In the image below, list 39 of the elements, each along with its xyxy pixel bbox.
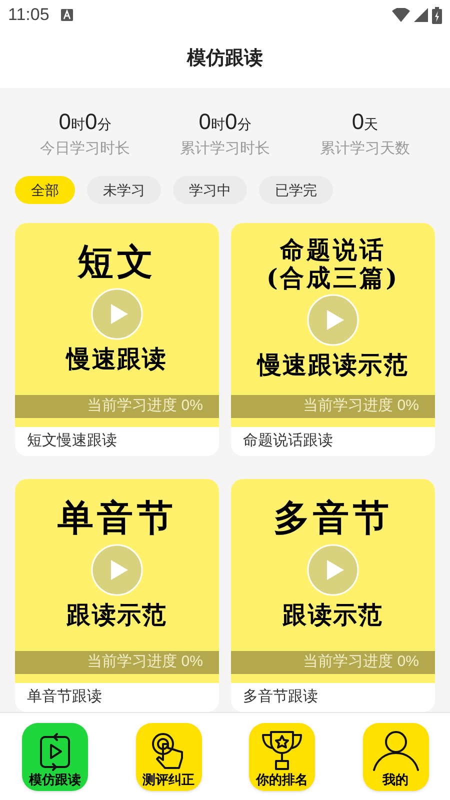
card-caption: 多音节跟读 <box>242 687 319 708</box>
card-caption: 短文慢速跟读 <box>26 431 118 452</box>
keyboard-notification-icon <box>61 9 74 21</box>
cover-title: 多音节 <box>274 500 392 536</box>
cover-subtitle: 慢速跟读示范 <box>257 350 409 380</box>
cover-subtitle: 跟读示范 <box>282 600 384 630</box>
play-button[interactable] <box>91 288 143 340</box>
stat-label: 累计学习时长 <box>180 138 270 158</box>
nav-tab[interactable]: 模仿跟读 <box>22 722 88 790</box>
cover-title: 命题说话 <box>280 238 386 262</box>
stat-value: 0时0分 <box>198 108 252 136</box>
stat-value: 0时0分 <box>58 108 112 136</box>
card-caption: 单音节跟读 <box>26 687 103 708</box>
status-time: 11:05 <box>8 4 50 26</box>
cover-title: 短文 <box>77 244 157 280</box>
cover-subtitle: 跟读示范 <box>66 600 168 630</box>
page-title: 模仿跟读 <box>187 46 263 71</box>
battery-icon <box>432 6 442 24</box>
play-button[interactable] <box>307 544 359 596</box>
stat-label: 累计学习天数 <box>320 138 410 158</box>
cover-title: 单音节 <box>58 500 176 536</box>
wifi-icon <box>392 8 410 22</box>
cover-title: (合成三篇) <box>266 266 400 290</box>
stat-value: 0天 <box>352 108 378 136</box>
play-button[interactable] <box>91 544 143 596</box>
nav-tab[interactable]: 我的 <box>362 722 428 790</box>
stat-label: 今日学习时长 <box>40 138 130 158</box>
nav-tab[interactable]: 测评纠正 <box>136 722 202 790</box>
filter-chip[interactable]: 未学习 <box>87 176 161 204</box>
cover-subtitle: 慢速跟读 <box>66 344 168 374</box>
trophy-icon <box>259 730 305 772</box>
filter-chip[interactable]: 已学完 <box>259 176 333 204</box>
card-caption: 命题说话跟读 <box>242 431 334 452</box>
filter-chip[interactable]: 学习中 <box>173 176 247 204</box>
filter-chip[interactable]: 全部 <box>15 176 75 204</box>
play-loop-icon <box>37 732 73 772</box>
play-button[interactable] <box>307 294 359 346</box>
nav-tab[interactable]: 你的排名 <box>249 722 315 790</box>
signal-icon <box>414 8 428 22</box>
